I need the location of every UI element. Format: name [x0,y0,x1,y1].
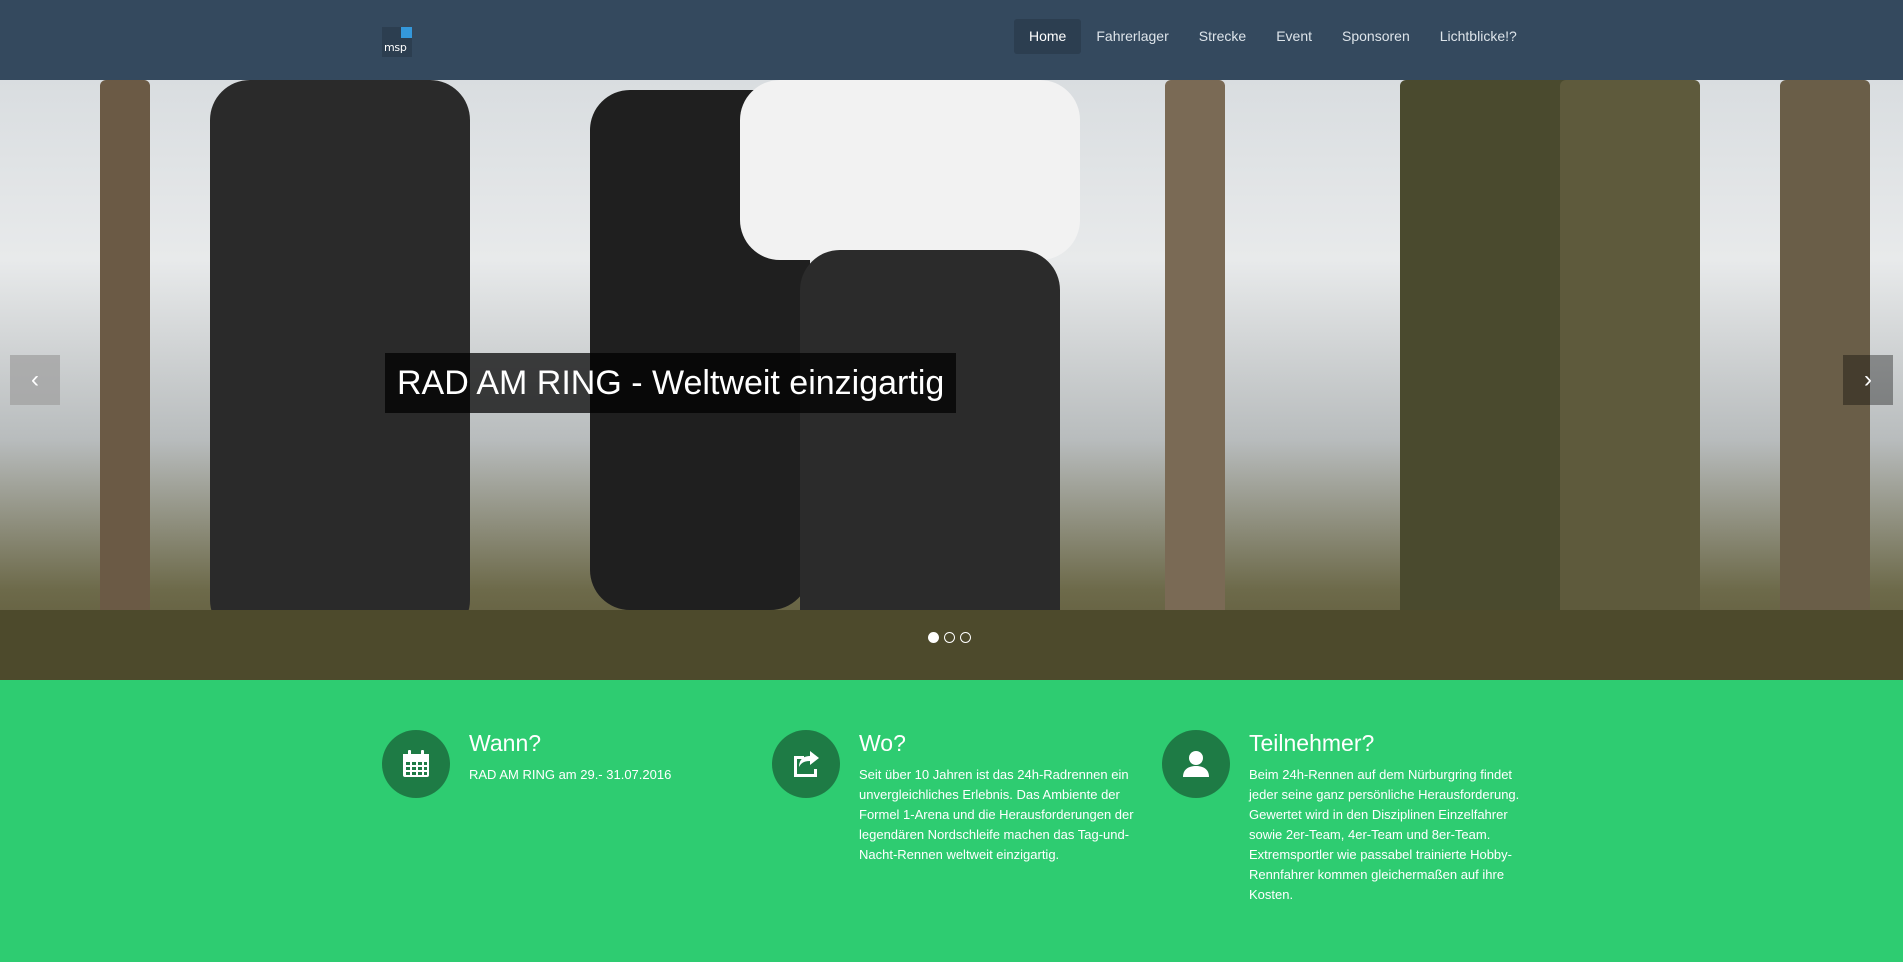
carousel-prev-button[interactable]: ‹ [10,355,60,405]
feature-title: Teilnehmer? [1249,730,1375,756]
feature-text: RAD AM RING am 29.- 31.07.2016 [469,767,672,782]
share-icon [794,751,819,777]
chevron-left-icon: ‹ [31,366,39,393]
carousel-indicator-2[interactable] [944,632,955,643]
logo-text: msp [384,41,407,54]
feature-icon-circle [382,730,450,798]
logo[interactable]: msp [382,27,412,57]
user-icon [1183,751,1209,777]
nav-item-lichtblicke[interactable]: Lichtblicke!? [1425,19,1532,54]
hero-caption: RAD AM RING - Weltweit einzigartig [385,353,957,413]
ground [0,610,1903,680]
tree-trunk [1560,80,1700,680]
nav-item-home[interactable]: Home [1014,19,1082,54]
nav-item-fahrerlager[interactable]: Fahrerlager [1081,19,1183,54]
feature-text: Beim 24h-Rennen auf dem Nürburgring find… [1249,767,1520,902]
calendar-icon [403,750,429,777]
feature-title: Wann? [469,730,542,756]
nav-item-strecke[interactable]: Strecke [1184,19,1261,54]
carousel-indicators [928,632,976,643]
rider-right-legs [800,250,1060,660]
rider-right [740,80,1080,260]
feature-text: Seit über 10 Jahren ist das 24h-Radrenne… [859,767,1134,862]
nav-item-event[interactable]: Event [1261,19,1327,54]
main-nav: Home Fahrerlager Strecke Event Sponsoren… [1014,19,1532,54]
feature-icon-circle [1162,730,1230,798]
carousel-next-button[interactable]: › [1843,355,1893,405]
tree-trunk [1165,80,1225,680]
feature-title: Wo? [859,730,906,756]
nav-item-sponsoren[interactable]: Sponsoren [1327,19,1425,54]
carousel-indicator-3[interactable] [960,632,971,643]
hero-carousel: RAD AM RING - Weltweit einzigartig ‹ › [0,80,1903,680]
navbar: msp Home Fahrerlager Strecke Event Spons… [0,0,1903,80]
logo-square [401,27,412,38]
feature-icon-circle [772,730,840,798]
carousel-indicator-1[interactable] [928,632,939,643]
chevron-right-icon: › [1864,366,1872,393]
tree-trunk [100,80,150,680]
features-section: Wann? RAD AM RING am 29.- 31.07.2016 Wo?… [0,680,1903,962]
